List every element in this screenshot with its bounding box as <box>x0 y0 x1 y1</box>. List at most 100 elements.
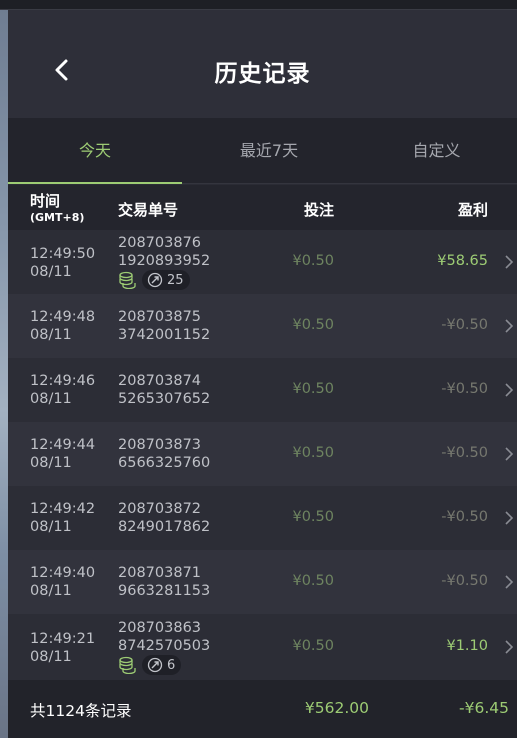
table-row[interactable]: 12:49:48 08/11 208703875 3742001152 ¥0.5… <box>8 294 517 358</box>
table-row[interactable]: 12:49:44 08/11 208703873 6566325760 ¥0.5… <box>8 422 517 486</box>
row-time: 12:49:48 08/11 <box>30 308 95 344</box>
row-profit: ¥1.10 <box>446 638 488 654</box>
table-header: 时间 (GMT+8) 交易单号 投注 盈利 <box>8 185 517 230</box>
chevron-right-icon <box>505 255 514 269</box>
column-header-timezone: (GMT+8) <box>30 211 85 224</box>
row-order-line1: 208703863 <box>118 620 202 636</box>
row-time-value: 12:49:48 <box>30 309 96 325</box>
table-row[interactable]: 12:49:21 08/11 208703863 8742570503 6 ¥0… <box>8 614 517 680</box>
tab-custom[interactable]: 自定义 <box>356 118 517 184</box>
row-date-value: 08/11 <box>30 327 72 343</box>
free-spin-count: 6 <box>167 657 176 673</box>
row-time: 12:49:50 08/11 <box>30 245 95 281</box>
row-order-number: 208703873 6566325760 <box>118 436 210 472</box>
row-profit: -¥0.50 <box>441 381 488 397</box>
chevron-right-icon <box>505 511 514 525</box>
table-row[interactable]: 12:49:40 08/11 208703871 9663281153 ¥0.5… <box>8 550 517 614</box>
row-date-value: 08/11 <box>30 583 72 599</box>
app-window: 历史记录 今天 最近7天 自定义 时间 (GMT+8) 交易单号 投注 盈利 1… <box>0 0 517 738</box>
column-header-order: 交易单号 <box>118 201 179 219</box>
top-strip <box>0 0 517 10</box>
row-time: 12:49:21 08/11 <box>30 630 95 666</box>
row-bet: ¥0.50 <box>292 509 334 525</box>
coin-stack-icon <box>119 271 136 289</box>
header-bar: 历史记录 <box>8 10 517 118</box>
row-bet: ¥0.50 <box>292 573 334 589</box>
page-title: 历史记录 <box>214 61 311 87</box>
row-order-line1: 208703875 <box>118 309 202 325</box>
row-time: 12:49:44 08/11 <box>30 436 95 472</box>
row-profit: -¥0.50 <box>441 509 488 525</box>
row-order-line1: 208703871 <box>118 565 202 581</box>
row-order-number: 208703871 9663281153 <box>118 564 210 600</box>
row-bet: ¥0.50 <box>292 445 334 461</box>
row-date-value: 08/11 <box>30 391 72 407</box>
row-order-number: 208703875 3742001152 <box>118 308 210 344</box>
chevron-right-icon <box>505 575 514 589</box>
active-tab-indicator <box>8 182 182 184</box>
row-order-number: 208703863 8742570503 <box>118 619 210 655</box>
row-time-value: 12:49:50 <box>30 246 96 262</box>
row-order-line2: 8742570503 <box>118 638 211 654</box>
column-header-profit: 盈利 <box>458 201 489 219</box>
row-profit: -¥0.50 <box>441 317 488 333</box>
chevron-right-icon <box>505 640 514 654</box>
row-order-line2: 3742001152 <box>118 327 211 343</box>
row-time-value: 12:49:46 <box>30 373 96 389</box>
row-time-value: 12:49:44 <box>30 437 96 453</box>
row-bet: ¥0.50 <box>292 253 334 269</box>
spin-arrow-icon <box>147 657 163 673</box>
row-profit: ¥58.65 <box>437 253 488 269</box>
row-date-value: 08/11 <box>30 264 72 280</box>
row-bet: ¥0.50 <box>292 638 334 654</box>
table-row[interactable]: 12:49:42 08/11 208703872 8249017862 ¥0.5… <box>8 486 517 550</box>
row-order-line1: 208703872 <box>118 501 202 517</box>
column-header-bet: 投注 <box>304 201 335 219</box>
row-order-line1: 208703874 <box>118 373 202 389</box>
row-order-number: 208703872 8249017862 <box>118 500 210 536</box>
row-order-number: 208703874 5265307652 <box>118 372 210 408</box>
row-order-number: 208703876 1920893952 <box>118 234 210 270</box>
column-header-time: 时间 <box>30 192 61 210</box>
row-order-line2: 9663281153 <box>118 583 211 599</box>
total-profit: -¥6.45 <box>459 699 509 717</box>
chevron-right-icon <box>505 447 514 461</box>
row-order-line1: 208703873 <box>118 437 202 453</box>
spin-arrow-icon <box>147 272 163 288</box>
table-row[interactable]: 12:49:46 08/11 208703874 5265307652 ¥0.5… <box>8 358 517 422</box>
total-bet: ¥562.00 <box>304 699 369 717</box>
row-order-line2: 1920893952 <box>118 253 211 269</box>
tab-today[interactable]: 今天 <box>8 118 182 184</box>
table-row[interactable]: 12:49:50 08/11 208703876 1920893952 25 ¥… <box>8 230 517 294</box>
coin-stack-icon <box>119 656 136 674</box>
row-order-line2: 6566325760 <box>118 455 211 471</box>
row-profit: -¥0.50 <box>441 445 488 461</box>
row-date-value: 08/11 <box>30 455 72 471</box>
background-edge <box>0 10 8 738</box>
row-order-line2: 8249017862 <box>118 519 211 535</box>
row-time-value: 12:49:21 <box>30 631 96 647</box>
row-date-value: 08/11 <box>30 519 72 535</box>
tab-bar: 今天 最近7天 自定义 <box>8 118 517 184</box>
row-time-value: 12:49:42 <box>30 501 96 517</box>
summary-footer: 共1124条记录 ¥562.00 -¥6.45 <box>8 680 517 738</box>
row-badges: 6 <box>118 655 182 675</box>
row-order-line2: 5265307652 <box>118 391 211 407</box>
free-spin-badge: 6 <box>142 655 182 675</box>
row-order-line1: 208703876 <box>118 235 202 251</box>
history-panel: 历史记录 今天 最近7天 自定义 时间 (GMT+8) 交易单号 投注 盈利 1… <box>8 10 517 738</box>
free-spin-count: 25 <box>167 272 184 288</box>
row-date-value: 08/11 <box>30 649 72 665</box>
row-time: 12:49:42 08/11 <box>30 500 95 536</box>
row-badges: 25 <box>118 270 190 290</box>
row-bet: ¥0.50 <box>292 317 334 333</box>
chevron-right-icon <box>505 383 514 397</box>
record-count: 共1124条记录 <box>30 702 132 720</box>
row-bet: ¥0.50 <box>292 381 334 397</box>
row-time: 12:49:40 08/11 <box>30 564 95 600</box>
row-profit: -¥0.50 <box>441 573 488 589</box>
chevron-right-icon <box>505 319 514 333</box>
tab-last-7-days[interactable]: 最近7天 <box>182 118 356 184</box>
row-time: 12:49:46 08/11 <box>30 372 95 408</box>
record-list: 12:49:50 08/11 208703876 1920893952 25 ¥… <box>8 230 517 680</box>
